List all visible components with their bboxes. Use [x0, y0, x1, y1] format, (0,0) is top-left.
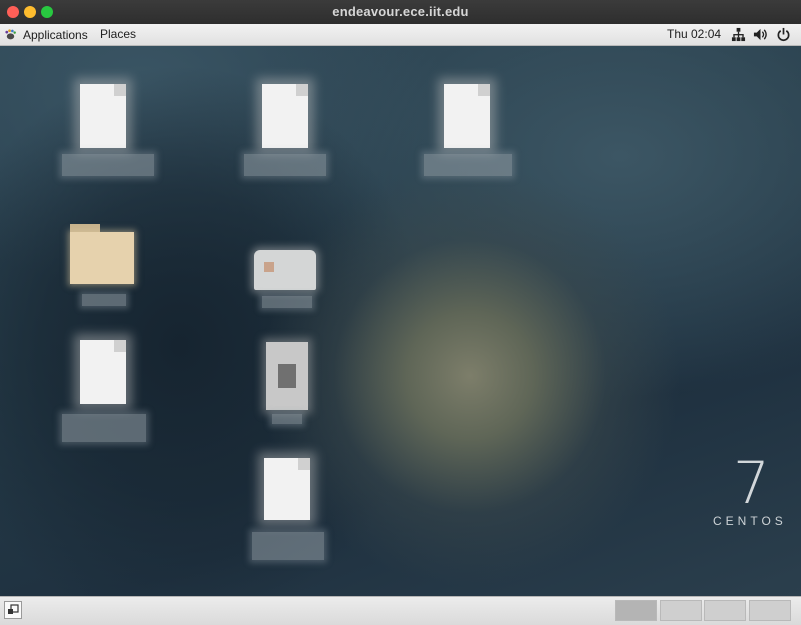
- icon-label: [62, 414, 146, 442]
- desktop-icon-document[interactable]: [246, 450, 330, 566]
- desktop-icon-drive[interactable]: [244, 238, 330, 312]
- window-titlebar: endeavour.ece.iit.edu: [0, 0, 801, 25]
- centos-version-mark: 7: [733, 449, 770, 517]
- show-desktop-icon: [8, 604, 19, 614]
- cdrom-icon: [266, 342, 308, 410]
- icon-label: [82, 294, 126, 306]
- desktop-icon-folder[interactable]: [62, 218, 146, 310]
- centos-wordmark: CENTOS: [713, 514, 787, 528]
- icon-label: [272, 414, 302, 424]
- icon-label: [62, 154, 154, 176]
- document-icon: [444, 84, 490, 148]
- applications-label: Applications: [23, 27, 88, 42]
- document-icon: [264, 458, 310, 520]
- applications-menu[interactable]: Applications: [4, 26, 88, 43]
- icon-label: [252, 532, 324, 560]
- volume-icon[interactable]: [753, 27, 768, 42]
- power-icon[interactable]: [776, 27, 791, 42]
- places-menu[interactable]: Places: [100, 27, 136, 41]
- document-icon: [262, 84, 308, 148]
- desktop-icon-document[interactable]: [58, 332, 150, 446]
- network-icon[interactable]: [731, 27, 746, 42]
- document-icon: [80, 340, 126, 404]
- workspace-2[interactable]: [660, 600, 702, 621]
- desktop[interactable]: 7 CENTOS: [0, 46, 801, 596]
- drive-icon: [254, 250, 316, 290]
- places-label: Places: [100, 27, 137, 41]
- show-desktop-button[interactable]: [4, 601, 22, 619]
- icon-label: [424, 154, 512, 176]
- document-icon: [80, 84, 126, 148]
- workspace-4[interactable]: [749, 600, 791, 621]
- workspace-3[interactable]: [704, 600, 746, 621]
- top-panel: Applications Places Thu 02:04: [0, 24, 801, 46]
- window-title: endeavour.ece.iit.edu: [332, 4, 469, 19]
- workspace-1[interactable]: [615, 600, 657, 621]
- desktop-icon-document[interactable]: [50, 74, 156, 184]
- desktop-icon-cdrom[interactable]: [250, 336, 326, 428]
- icon-label: [244, 154, 326, 176]
- folder-icon: [70, 224, 134, 284]
- icon-label: [262, 296, 312, 308]
- desktop-icon-document[interactable]: [240, 74, 330, 184]
- bottom-panel: [0, 596, 801, 625]
- clock[interactable]: Thu 02:04: [667, 27, 721, 41]
- gnome-foot-icon: [5, 29, 16, 40]
- desktop-icon-document[interactable]: [420, 74, 516, 184]
